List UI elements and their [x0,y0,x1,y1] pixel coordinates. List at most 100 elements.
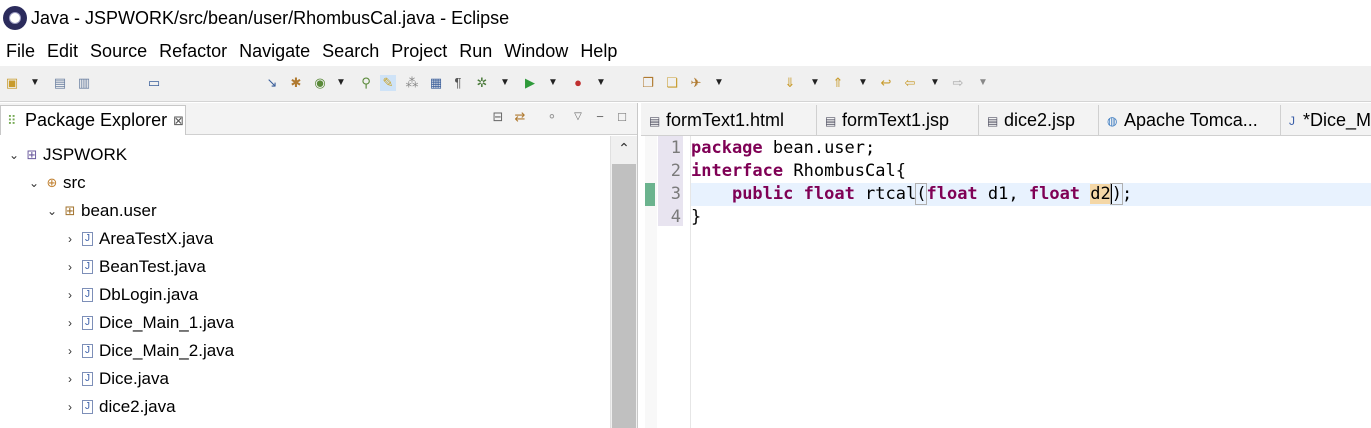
chevron-right-icon[interactable]: › [62,372,78,386]
code-line[interactable]: interface RhombusCal{ [691,160,1371,183]
tree-item-java-file[interactable]: › J DbLogin.java [62,282,198,308]
tree-item-label: Dice_Main_2.java [99,341,235,360]
focus-icon[interactable]: ⚬ [544,109,560,125]
new-dropdown-icon[interactable]: ▼ [30,75,40,91]
search-dropdown-icon[interactable]: ▼ [714,75,724,91]
java-file-icon: J [82,344,93,358]
view-menu-icon[interactable]: ▽ [570,109,586,125]
chevron-right-icon[interactable]: › [62,288,78,302]
tree-item-package[interactable]: ⌄ ⊞ bean.user [44,198,157,224]
menu-help[interactable]: Help [574,41,623,62]
chevron-right-icon[interactable]: › [62,400,78,414]
vertical-scrollbar[interactable]: ⌃ [610,136,637,428]
change-marker [645,183,655,206]
open-folder-icon[interactable]: ❐ [640,75,656,91]
menu-run[interactable]: Run [453,41,498,62]
chevron-right-icon[interactable]: › [62,232,78,246]
editor-tab[interactable]: ▤ dice2.jsp [979,105,1099,136]
tree-item-label: Dice_Main_1.java [99,313,235,332]
tree-item-label: Dice.java [99,369,169,388]
scroll-up-icon[interactable]: ⌃ [611,140,637,160]
menu-search[interactable]: Search [316,41,385,62]
editor-tab[interactable]: ◍ Apache Tomca... [1099,105,1281,136]
prev-annotation-icon[interactable]: ⇑ [830,75,846,91]
link-with-editor-icon[interactable]: ⇄ [512,109,528,125]
last-edit-icon[interactable]: ↩ [878,75,894,91]
run-dropdown-icon[interactable]: ▼ [548,75,558,91]
code-line[interactable]: public float rtcal(float d1, float d2); [691,183,1371,206]
editor-tab[interactable]: J *Dice_M [1281,105,1371,136]
java-file-icon: J [82,400,93,414]
maximize-icon[interactable]: □ [614,109,630,125]
code-text: d1, [977,184,1029,204]
tree-item-label: bean.user [81,201,157,220]
toggle-mark-icon[interactable]: ⚲ [358,75,374,91]
back-icon[interactable]: ⇦ [902,75,918,91]
code-line[interactable]: package bean.user; [691,137,1371,160]
editor-tab[interactable]: ▤ formText1.jsp [817,105,979,136]
external-tools-icon[interactable]: ● [570,75,586,91]
forward-dropdown-icon[interactable]: ▼ [978,75,988,91]
block-selection-icon[interactable]: ▦ [428,75,444,91]
menu-file[interactable]: File [0,41,41,62]
scrollbar-thumb[interactable] [612,164,636,428]
close-icon[interactable]: ⊠ [173,113,184,129]
chevron-right-icon[interactable]: › [62,344,78,358]
search-icon[interactable]: ✈ [688,75,704,91]
server-dropdown-icon[interactable]: ▼ [336,75,346,91]
chevron-down-icon[interactable]: ⌄ [6,148,22,162]
menu-refactor[interactable]: Refactor [153,41,233,62]
show-whitespace-icon[interactable]: ⁂ [404,75,420,91]
debug-icon[interactable]: ✲ [474,75,490,91]
new-server-icon[interactable]: ◉ [312,75,328,91]
highlight-occurrences-icon[interactable]: ✎ [380,75,396,91]
save-all-icon[interactable]: ▥ [76,75,92,91]
menu-window[interactable]: Window [498,41,574,62]
menu-navigate[interactable]: Navigate [233,41,316,62]
code-editor[interactable]: 1 2 3 4 package bean.user; interface Rho… [641,136,1371,428]
paragraph-icon[interactable]: ¶ [450,75,466,91]
chevron-right-icon[interactable]: › [62,260,78,274]
chevron-down-icon[interactable]: ⌄ [26,176,42,190]
collapse-all-icon[interactable]: ⊟ [490,109,506,125]
external-tools-dropdown-icon[interactable]: ▼ [596,75,606,91]
skip-breakpoints-icon[interactable]: ↘ [264,75,280,91]
tree-item-java-file[interactable]: › J Dice_Main_2.java [62,338,234,364]
open-project-icon[interactable]: ❏ [664,75,680,91]
menu-bar: File Edit Source Refactor Navigate Searc… [0,37,1371,65]
next-annotation-dropdown-icon[interactable]: ▼ [810,75,820,91]
terminal-icon[interactable]: ▭ [146,75,162,91]
tree-item-java-file[interactable]: › J Dice_Main_1.java [62,310,234,336]
new-icon[interactable]: ▣ [4,75,20,91]
tree-item-java-file[interactable]: › J AreaTestX.java [62,226,213,252]
back-dropdown-icon[interactable]: ▼ [930,75,940,91]
tree-item-java-file[interactable]: › J Dice.java [62,366,169,392]
next-annotation-icon[interactable]: ⇓ [782,75,798,91]
code-line[interactable]: } [691,206,1371,229]
code-text: } [691,207,702,227]
tree-item-java-file[interactable]: › J dice2.java [62,394,176,420]
prev-annotation-dropdown-icon[interactable]: ▼ [858,75,868,91]
window-title: Java - JSPWORK/src/bean/user/RhombusCal.… [31,7,510,28]
menu-source[interactable]: Source [84,41,153,62]
editor-tab[interactable]: ▤ formText1.html [641,105,817,136]
tree-item-src[interactable]: ⌄ ⊕ src [26,170,86,196]
minimize-icon[interactable]: − [592,109,608,125]
overview-ruler [645,136,657,428]
tree-item-java-file[interactable]: › J BeanTest.java [62,254,206,280]
menu-edit[interactable]: Edit [41,41,84,62]
save-icon[interactable]: ▤ [52,75,68,91]
keyword: interface [691,161,784,181]
open-type-icon[interactable]: ✱ [288,75,304,91]
java-file-icon: J [82,316,93,330]
run-icon[interactable]: ▶ [522,75,538,91]
chevron-right-icon[interactable]: › [62,316,78,330]
chevron-down-icon[interactable]: ⌄ [44,204,60,218]
editor-tabbar: ▤ formText1.html ▤ formText1.jsp ▤ dice2… [641,103,1371,136]
forward-icon[interactable]: ⇨ [950,75,966,91]
tab-package-explorer[interactable]: ⠿ Package Explorer ⊠ [0,105,186,135]
tree-item-project[interactable]: ⌄ ⊞ JSPWORK [6,142,127,168]
debug-dropdown-icon[interactable]: ▼ [500,75,510,91]
main-toolbar: ▣ ▼ ▤ ▥ ▭ ↘ ✱ ◉ ▼ ⚲ ✎ ⁂ ▦ ¶ ✲ ▼ ▶ ▼ ● ▼ … [0,66,1371,102]
menu-project[interactable]: Project [385,41,453,62]
